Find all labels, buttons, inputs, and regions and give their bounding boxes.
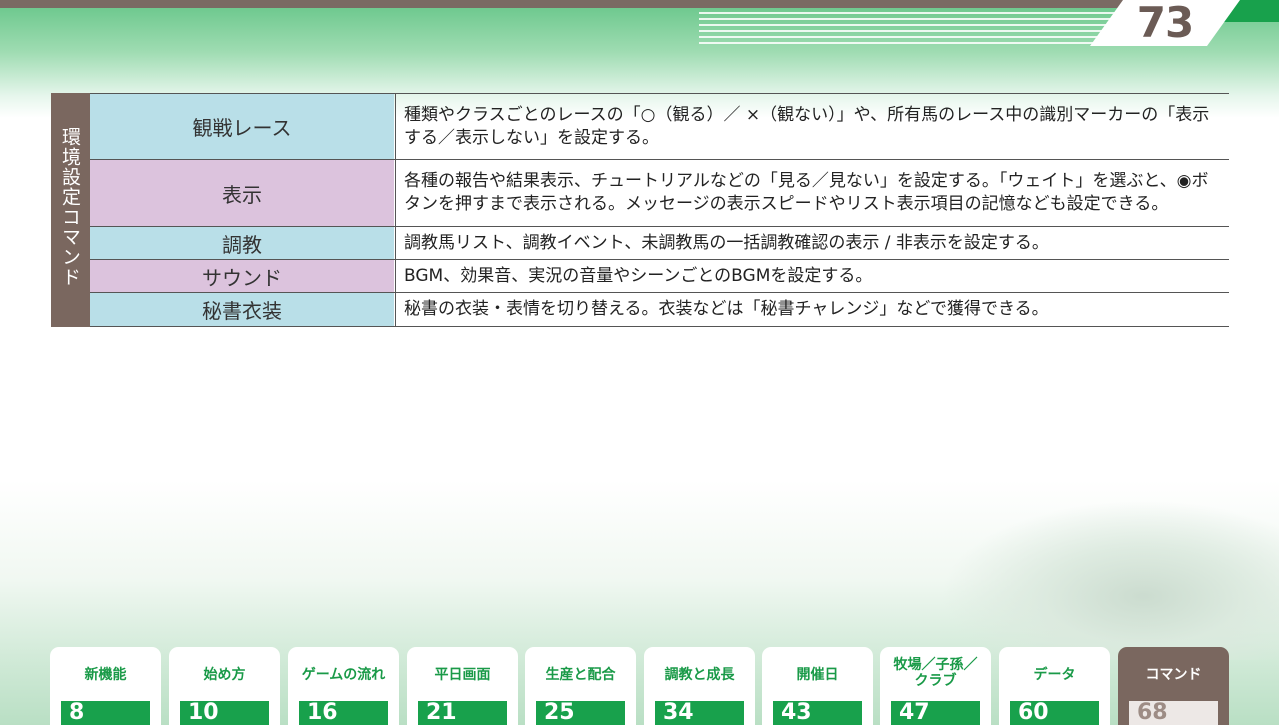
nav-tab-page: 8: [61, 701, 150, 725]
nav-tab-label: 牧場／子孫／クラブ: [893, 657, 978, 690]
nav-tab-page: 25: [536, 701, 625, 725]
row-description: 秘書の衣装・表情を切り替える。衣装などは「秘書チャレンジ」などで獲得できる。: [395, 293, 1229, 326]
table-row: 表示 各種の報告や結果表示、チュートリアルなどの「見る／見ない」を設定する。「ウ…: [90, 160, 1229, 227]
nav-tab-label: 調教と成長: [664, 667, 735, 683]
row-label: 表示: [90, 160, 394, 226]
side-header: 環境設定コマンド: [51, 93, 90, 327]
chapter-nav: 新機能 8 始め方 10 ゲームの流れ 16 平日画面 21 生産と配合 25 …: [50, 647, 1230, 725]
row-description: 調教馬リスト、調教イベント、未調教馬の一括調教確認の表示 / 非表示を設定する。: [395, 227, 1229, 259]
nav-tab-page: 47: [891, 701, 980, 725]
nav-tab-label: 生産と配合: [545, 667, 616, 683]
nav-tab-page: 43: [773, 701, 862, 725]
nav-tab-page: 10: [180, 701, 269, 725]
table-row: 観戦レース 種類やクラスごとのレースの「○（観る）／ ×（観ない）」や、所有馬の…: [90, 94, 1229, 160]
row-label: 観戦レース: [90, 94, 394, 159]
nav-tab-getting-started[interactable]: 始め方 10: [169, 647, 280, 725]
table-row: サウンド BGM、効果音、実況の音量やシーンごとのBGMを設定する。: [90, 260, 1229, 293]
row-description: 各種の報告や結果表示、チュートリアルなどの「見る／見ない」を設定する。「ウェイト…: [395, 160, 1229, 226]
nav-tab-breeding[interactable]: 生産と配合 25: [525, 647, 636, 725]
nav-tab-ranch-club[interactable]: 牧場／子孫／クラブ 47: [880, 647, 991, 725]
nav-tab-label: コマンド: [1145, 667, 1202, 683]
row-description: 種類やクラスごとのレースの「○（観る）／ ×（観ない）」や、所有馬のレース中の識…: [395, 94, 1229, 159]
row-label: サウンド: [90, 260, 394, 292]
nav-tab-page: 16: [299, 701, 388, 725]
nav-tab-label: 始め方: [203, 667, 246, 683]
nav-tab-game-flow[interactable]: ゲームの流れ 16: [288, 647, 399, 725]
page-number: 73: [1136, 0, 1194, 47]
horse-racing-watermark: [940, 500, 1279, 660]
nav-tab-label: 新機能: [84, 667, 127, 683]
nav-tab-label: 平日画面: [434, 667, 491, 683]
nav-tab-label: 開催日: [796, 667, 839, 683]
nav-tab-race-day[interactable]: 開催日 43: [762, 647, 873, 725]
row-label: 秘書衣装: [90, 293, 394, 326]
nav-tab-page: 60: [1010, 701, 1099, 725]
nav-tab-page: 21: [418, 701, 507, 725]
table-row: 秘書衣装 秘書の衣装・表情を切り替える。衣装などは「秘書チャレンジ」などで獲得で…: [90, 293, 1229, 327]
nav-tab-data[interactable]: データ 60: [999, 647, 1110, 725]
side-header-label: 環境設定コマンド: [59, 127, 81, 287]
top-border-line: [0, 0, 1279, 8]
nav-tab-new-features[interactable]: 新機能 8: [50, 647, 161, 725]
nav-tab-training[interactable]: 調教と成長 34: [644, 647, 755, 725]
nav-tab-weekday-screen[interactable]: 平日画面 21: [407, 647, 518, 725]
row-description: BGM、効果音、実況の音量やシーンごとのBGMを設定する。: [395, 260, 1229, 292]
table-row: 調教 調教馬リスト、調教イベント、未調教馬の一括調教確認の表示 / 非表示を設定…: [90, 227, 1229, 260]
nav-tab-page: 68: [1129, 701, 1218, 725]
nav-tab-commands[interactable]: コマンド 68: [1118, 647, 1229, 725]
nav-tab-page: 34: [655, 701, 744, 725]
row-label: 調教: [90, 227, 394, 259]
header-stripes: [699, 12, 1129, 52]
settings-table: 環境設定コマンド 観戦レース 種類やクラスごとのレースの「○（観る）／ ×（観な…: [51, 93, 1229, 327]
nav-tab-label: ゲームの流れ: [301, 667, 386, 683]
nav-tab-label: データ: [1033, 667, 1076, 683]
